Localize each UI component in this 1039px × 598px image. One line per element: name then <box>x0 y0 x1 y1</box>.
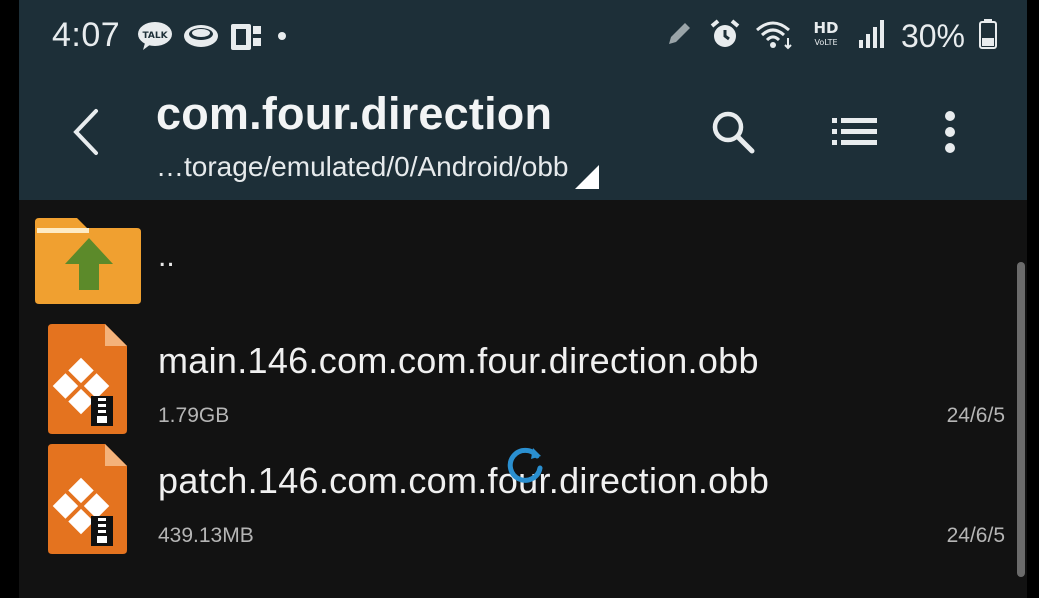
file-list: .. main.146.com.com.four.direction.obb 1… <box>19 200 1027 598</box>
pen-icon <box>663 18 695 55</box>
folder-up-icon <box>35 218 141 304</box>
path-label: …torage/emulated/0/Android/obb <box>156 151 569 182</box>
app-toolbar: com.four.direction …torage/emulated/0/An… <box>19 78 1027 200</box>
archive-file-icon <box>48 444 127 554</box>
file-name: main.146.com.com.four.direction.obb <box>158 340 759 381</box>
chat-bubble-icon <box>183 21 219 56</box>
parent-folder-row[interactable]: .. <box>19 214 1019 306</box>
dot-icon <box>273 27 291 50</box>
page-title: com.four.direction <box>156 88 553 139</box>
battery-percent: 30% <box>900 18 965 54</box>
file-name: patch.146.com.com.four.direction.obb <box>158 460 770 501</box>
file-row[interactable]: main.146.com.com.four.direction.obb 1.79… <box>19 324 1019 440</box>
list-view-icon <box>832 118 877 145</box>
status-bar: 4:07 TALK HD VoLTE 30% <box>19 0 1027 78</box>
file-date: 24/6/5 <box>946 404 1005 427</box>
svg-text:TALK: TALK <box>142 31 168 41</box>
talk-icon: TALK <box>137 21 173 56</box>
hd-voice-icon: HD VoLTE <box>809 18 843 55</box>
more-vert-icon <box>945 111 955 153</box>
status-time: 4:07 <box>52 16 121 54</box>
path-dropdown-icon <box>574 165 599 189</box>
app-screen: 4:07 TALK HD VoLTE 30% com.four.directio… <box>19 0 1027 598</box>
parent-folder-label: .. <box>158 240 175 273</box>
file-date: 24/6/5 <box>946 524 1005 547</box>
file-size: 439.13MB <box>158 524 254 547</box>
signal-icon <box>857 18 887 55</box>
search-icon <box>712 111 755 154</box>
alarm-icon <box>709 18 741 55</box>
status-right-icons: HD VoLTE 30% <box>663 18 997 55</box>
notification-icon <box>229 20 263 57</box>
search-button[interactable] <box>705 104 761 160</box>
back-button[interactable] <box>61 104 109 160</box>
refresh-spinner-icon <box>507 447 543 483</box>
battery-icon <box>979 18 997 55</box>
list-view-button[interactable] <box>827 104 883 160</box>
back-icon <box>73 109 98 155</box>
wifi-icon <box>755 18 795 55</box>
more-options-button[interactable] <box>922 104 978 160</box>
path-breadcrumb[interactable]: …torage/emulated/0/Android/obb <box>156 151 599 189</box>
scrollbar[interactable] <box>1017 262 1025 577</box>
svg-text:VoLTE: VoLTE <box>814 38 837 47</box>
file-size: 1.79GB <box>158 404 230 427</box>
status-left-icons: TALK <box>137 20 291 57</box>
archive-file-icon <box>48 324 127 434</box>
svg-text:HD: HD <box>813 19 838 37</box>
